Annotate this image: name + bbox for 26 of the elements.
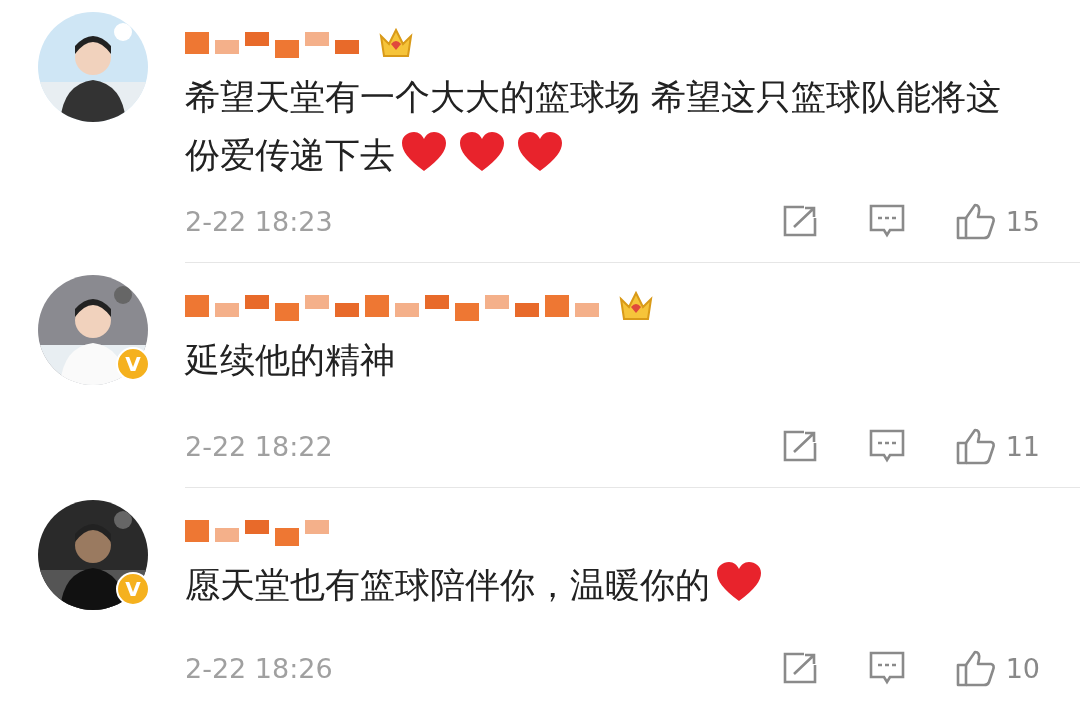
crown-icon — [377, 26, 415, 60]
comment-icon[interactable] — [867, 428, 906, 464]
like-count: 11 — [1005, 430, 1040, 462]
comment-text: 希望天堂有一个大大的篮球场 希望这只篮球队能将这份爱传递下去 — [185, 76, 1003, 177]
comment-time: 2-22 18:23 — [185, 205, 334, 237]
heart-icon — [516, 131, 564, 173]
comment-icon[interactable] — [867, 203, 906, 239]
heart-icon — [458, 131, 506, 173]
thumbs-up-icon[interactable] — [955, 202, 996, 240]
comment-time: 2-22 18:22 — [185, 430, 334, 462]
thumbs-up-icon[interactable] — [955, 649, 996, 687]
comment-icon[interactable] — [867, 650, 906, 686]
share-icon[interactable] — [781, 204, 818, 238]
heart-icon — [715, 561, 763, 603]
verified-badge: V — [116, 572, 150, 606]
like-count: 10 — [1005, 652, 1040, 684]
share-icon[interactable] — [781, 651, 818, 685]
heart-icon — [400, 131, 448, 173]
thumbs-up-icon[interactable] — [955, 427, 996, 465]
share-icon[interactable] — [781, 429, 818, 463]
crown-icon — [617, 289, 655, 323]
comment-text: 愿天堂也有篮球陪伴你，温暖你的 — [185, 556, 1030, 614]
comment-text: 延续他的精神 — [185, 339, 396, 382]
comment-time: 2-22 18:26 — [185, 652, 334, 684]
like-count: 15 — [1005, 205, 1040, 237]
verified-badge: V — [116, 347, 150, 381]
